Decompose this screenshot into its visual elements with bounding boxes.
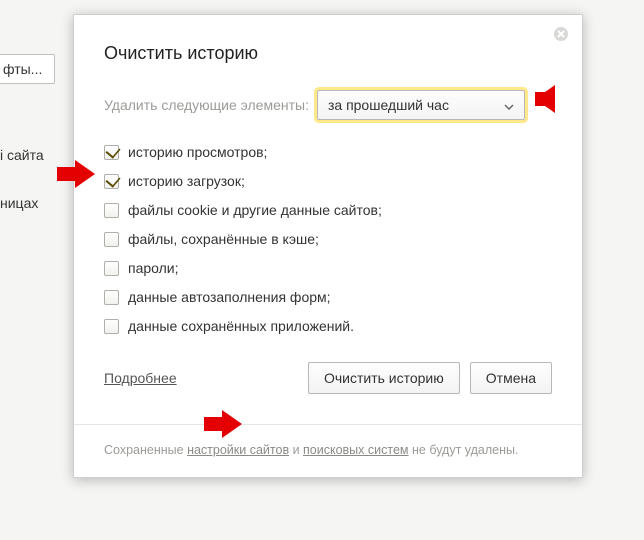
option-row: пароли; [104, 260, 552, 276]
clear-history-button[interactable]: Очистить историю [308, 362, 460, 394]
period-select-value: за прошедший час [328, 97, 449, 113]
more-info-link[interactable]: Подробнее [104, 370, 177, 386]
option-checkbox[interactable] [104, 290, 119, 305]
option-row: данные сохранённых приложений. [104, 318, 552, 334]
option-label: историю загрузок; [128, 173, 245, 189]
option-label: историю просмотров; [128, 144, 267, 160]
option-label: данные автозаполнения форм; [128, 289, 331, 305]
option-label: данные сохранённых приложений. [128, 318, 354, 334]
option-checkbox[interactable] [104, 261, 119, 276]
dialog-footer: Сохраненные настройки сайтов и поисковых… [74, 424, 582, 477]
option-checkbox[interactable] [104, 174, 119, 189]
option-checkbox[interactable] [104, 232, 119, 247]
option-label: файлы cookie и другие данные сайтов; [128, 202, 382, 218]
bg-partial-button[interactable]: фты... [0, 54, 55, 84]
option-checkbox[interactable] [104, 319, 119, 334]
clear-history-dialog: Очистить историю Удалить следующие элеме… [73, 14, 583, 478]
option-label: файлы, сохранённые в кэше; [128, 231, 319, 247]
footer-text: не будут удалены. [409, 443, 519, 457]
chevron-down-icon [504, 97, 514, 113]
option-checkbox[interactable] [104, 203, 119, 218]
close-icon[interactable] [550, 25, 572, 47]
bg-text-2: ницах [0, 195, 38, 211]
option-row: историю загрузок; [104, 173, 552, 189]
option-row: данные автозаполнения форм; [104, 289, 552, 305]
bg-text-1: і сайта [0, 147, 44, 163]
action-row: Подробнее Очистить историю Отмена [104, 362, 552, 394]
period-row: Удалить следующие элементы: за прошедший… [104, 90, 552, 120]
cancel-button[interactable]: Отмена [470, 362, 552, 394]
period-label: Удалить следующие элементы: [104, 97, 309, 113]
dialog-title: Очистить историю [104, 43, 552, 64]
period-select[interactable]: за прошедший час [317, 90, 525, 120]
option-row: файлы cookie и другие данные сайтов; [104, 202, 552, 218]
option-checkbox[interactable] [104, 145, 119, 160]
option-row: файлы, сохранённые в кэше; [104, 231, 552, 247]
option-row: историю просмотров; [104, 144, 552, 160]
option-label: пароли; [128, 260, 179, 276]
site-settings-link[interactable]: настройки сайтов [187, 443, 289, 457]
footer-text: и [289, 443, 303, 457]
search-systems-link[interactable]: поисковых систем [303, 443, 408, 457]
footer-text: Сохраненные [104, 443, 187, 457]
